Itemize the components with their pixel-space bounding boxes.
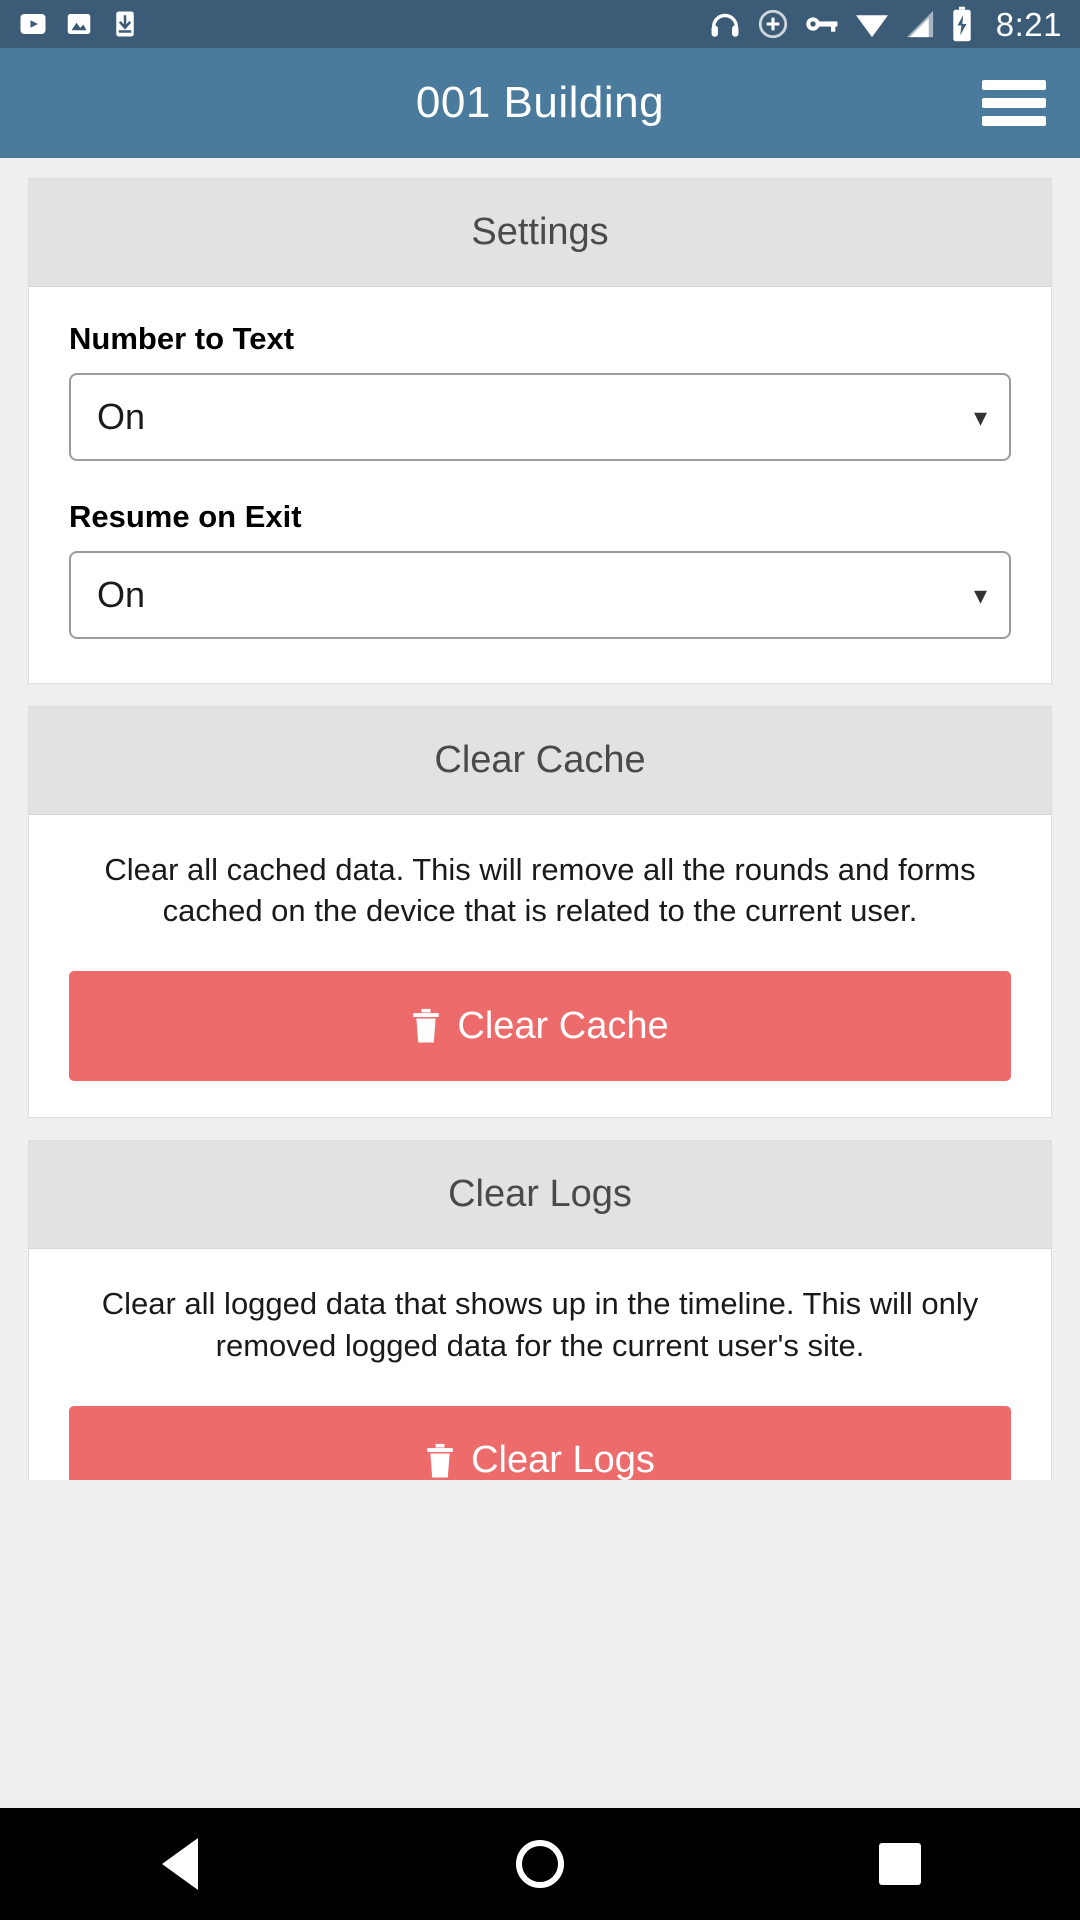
status-bar-clock: 8:21 — [995, 5, 1062, 43]
panel-clear-cache-title: Clear Cache — [434, 739, 646, 781]
system-status-icons: 8:21 — [708, 6, 1062, 42]
panel-clear-logs-title: Clear Logs — [448, 1173, 632, 1216]
battery-charging-icon — [953, 6, 971, 42]
panel-clear-cache: Clear Cache Clear all cached data. This … — [28, 706, 1052, 1119]
trash-icon — [413, 1009, 440, 1043]
hamburger-menu-icon[interactable] — [982, 80, 1046, 126]
panel-clear-cache-header: Clear Cache — [29, 707, 1051, 815]
select-number-to-text-value: On — [97, 396, 146, 437]
select-resume-on-exit-value: On — [97, 574, 146, 615]
clear-logs-description: Clear all logged data that shows up in t… — [101, 1286, 979, 1363]
chevron-down-icon: ▾ — [973, 580, 987, 610]
hamburger-bar — [982, 80, 1046, 90]
recents-square-icon — [879, 1843, 921, 1885]
select-number-to-text[interactable]: On ▾ — [69, 373, 1011, 461]
panel-settings: Settings Number to Text On ▾ Resume on E… — [28, 178, 1052, 684]
youtube-play-icon — [20, 14, 46, 34]
label-number-to-text: Number to Text — [69, 321, 295, 356]
android-navigation-bar — [0, 1808, 1080, 1920]
nav-back-button[interactable] — [110, 1808, 250, 1920]
select-resume-on-exit[interactable]: On ▾ — [69, 551, 1011, 639]
back-triangle-icon — [162, 1838, 198, 1890]
panel-clear-cache-body: Clear all cached data. This will remove … — [29, 815, 1051, 1118]
clear-logs-button-label: Clear Logs — [471, 1439, 655, 1480]
clear-cache-button-label: Clear Cache — [457, 1004, 669, 1047]
vpn-key-icon — [806, 17, 838, 32]
page-title: 001 Building — [415, 78, 665, 127]
panel-settings-body: Number to Text On ▾ Resume on Exit On ▾ — [29, 287, 1051, 683]
phone-screen: 8:21 001 Building Settings Number to Tex… — [0, 0, 1080, 1920]
panel-settings-header: Settings — [29, 179, 1051, 287]
wifi-icon — [855, 15, 888, 38]
headphones-icon — [711, 13, 739, 37]
clear-cache-description: Clear all cached data. This will remove … — [104, 852, 976, 929]
notification-icons — [18, 7, 140, 41]
panel-clear-logs-body: Clear all logged data that shows up in t… — [29, 1249, 1051, 1480]
panel-settings-title: Settings — [471, 211, 609, 253]
label-resume-on-exit: Resume on Exit — [69, 499, 302, 534]
app-bar: 001 Building — [0, 48, 1080, 158]
clear-cache-button[interactable]: Clear Cache — [69, 971, 1011, 1082]
panel-clear-logs: Clear Logs Clear all logged data that sh… — [28, 1140, 1052, 1480]
home-circle-icon — [516, 1840, 564, 1888]
nav-home-button[interactable] — [470, 1808, 610, 1920]
hamburger-bar — [982, 98, 1046, 108]
settings-scroll-area[interactable]: Settings Number to Text On ▾ Resume on E… — [0, 158, 1080, 1480]
photo-image-icon — [67, 14, 91, 34]
status-bar: 8:21 — [0, 0, 1080, 48]
chevron-down-icon: ▾ — [973, 402, 987, 432]
trash-icon — [427, 1443, 453, 1478]
clear-logs-button[interactable]: Clear Logs — [69, 1405, 1011, 1480]
nav-recents-button[interactable] — [830, 1808, 970, 1920]
hamburger-bar — [982, 116, 1046, 126]
cell-signal-icon — [906, 10, 933, 38]
dnd-plus-icon — [758, 9, 787, 39]
panel-clear-logs-header: Clear Logs — [29, 1141, 1051, 1250]
download-icon — [116, 11, 134, 37]
